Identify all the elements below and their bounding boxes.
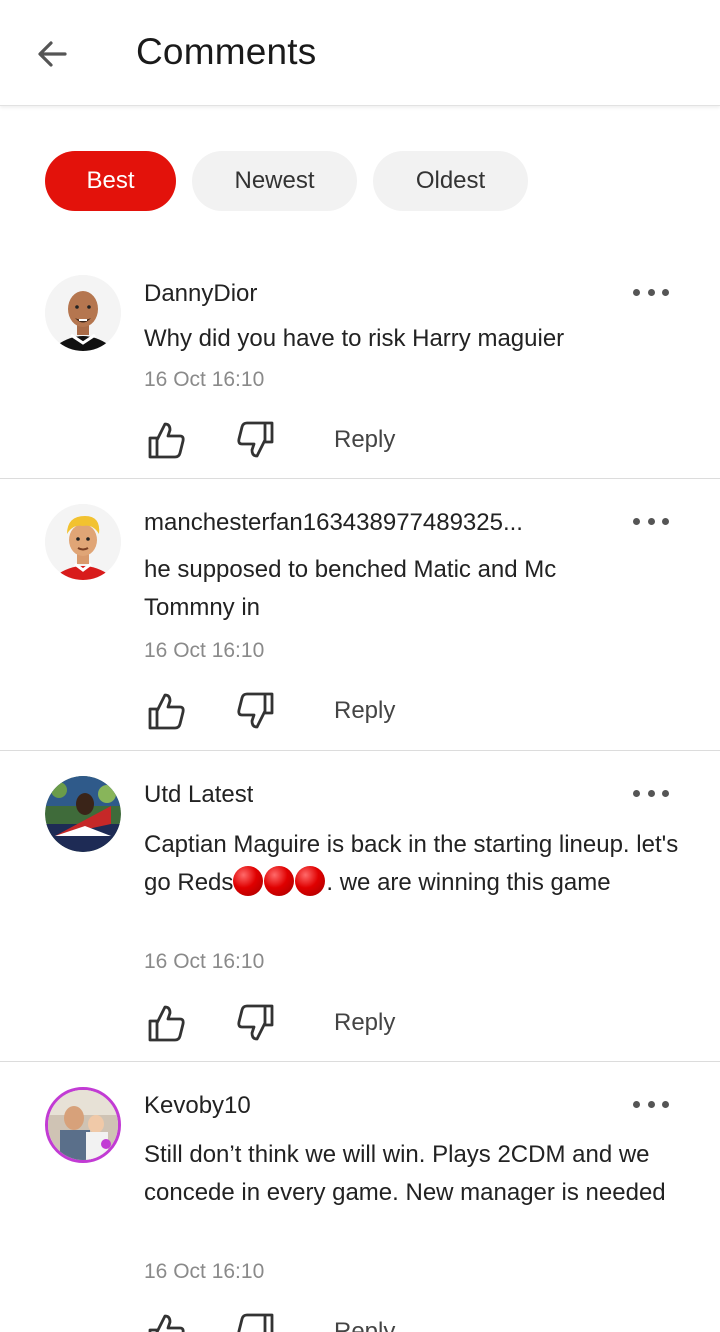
comment-username[interactable]: Kevoby10 [144, 1092, 251, 1120]
back-button[interactable] [30, 32, 74, 76]
photo-avatar-icon [45, 776, 121, 852]
photo-avatar-icon [48, 1090, 118, 1160]
dot-icon [662, 288, 669, 296]
filter-oldest-chip[interactable]: Oldest [373, 151, 528, 211]
comment-actions: Reply [144, 999, 395, 1047]
comment-actions: Reply [144, 1308, 395, 1332]
dot-icon [633, 288, 640, 296]
comment-item: DannyDior Why did you have to risk Harry… [0, 250, 720, 479]
dot-icon [647, 517, 655, 525]
avatar[interactable] [45, 776, 121, 852]
reply-button[interactable]: Reply [334, 1318, 395, 1332]
comment-timestamp: 16 Oct 16:10 [144, 1260, 265, 1283]
reply-button[interactable]: Reply [334, 426, 395, 454]
thumbs-down-icon [237, 421, 274, 458]
thumbs-up-icon [148, 1314, 185, 1332]
dot-icon [647, 789, 655, 797]
thumbs-up-icon [148, 1005, 185, 1042]
reply-button[interactable]: Reply [334, 1009, 395, 1037]
red-circle-emoji [233, 866, 264, 896]
dislike-button[interactable] [234, 1310, 278, 1332]
comment-item: Utd Latest Captian Maguire is back in th… [0, 751, 720, 1062]
more-options-button[interactable] [630, 781, 672, 805]
arrow-left-icon [38, 41, 67, 67]
dot-icon [633, 517, 640, 525]
comment-text: he supposed to benched Matic and Mc Tomm… [144, 556, 557, 621]
comment-username[interactable]: manchesterfan163438977489325... [144, 509, 523, 537]
dot-icon [633, 1100, 640, 1108]
dot-icon [662, 789, 669, 797]
more-options-button[interactable] [630, 1092, 672, 1116]
comment-timestamp: 16 Oct 16:10 [144, 368, 265, 391]
thumbs-down-icon [237, 1004, 274, 1041]
comment-item: Kevoby10 Still don’t think we will win. … [0, 1062, 720, 1332]
dot-icon [633, 789, 640, 797]
red-circle-emoji [264, 866, 295, 896]
dislike-button[interactable] [234, 1001, 278, 1045]
comment-text: Captian Maguire is back in the starting … [144, 826, 684, 902]
thumbs-down-icon [237, 1313, 274, 1332]
avatar[interactable] [45, 1087, 121, 1163]
more-options-button[interactable] [630, 280, 672, 304]
comment-item: manchesterfan163438977489325... he suppo… [0, 479, 720, 751]
sort-filters: Best Newest Oldest [45, 151, 528, 211]
filter-best-chip[interactable]: Best [45, 151, 176, 211]
app-header: Comments [0, 0, 720, 106]
avatar[interactable] [45, 504, 121, 580]
dot-icon [662, 1100, 669, 1108]
comment-timestamp: 16 Oct 16:10 [144, 950, 265, 973]
like-button[interactable] [144, 1001, 188, 1045]
thumbs-down-icon [237, 692, 274, 729]
dislike-button[interactable] [234, 689, 278, 733]
dot-icon [662, 517, 669, 525]
dot-icon [647, 1100, 655, 1108]
comment-actions: Reply [144, 416, 395, 464]
dot-icon [647, 288, 655, 296]
comment-list: DannyDior Why did you have to risk Harry… [0, 250, 720, 1332]
dislike-button[interactable] [234, 418, 278, 462]
like-button[interactable] [144, 418, 188, 462]
thumbs-up-icon [148, 422, 185, 459]
comment-text: Why did you have to risk Harry maguier [144, 325, 565, 352]
red-circle-emoji [295, 866, 326, 896]
like-button[interactable] [144, 689, 188, 733]
comment-text: Still don’t think we will win. Plays 2CD… [144, 1141, 666, 1206]
page-title: Comments [136, 31, 317, 72]
reply-button[interactable]: Reply [334, 697, 395, 725]
cartoon-avatar-icon [45, 504, 121, 580]
comment-username[interactable]: Utd Latest [144, 781, 253, 809]
cartoon-avatar-icon [45, 275, 121, 351]
like-button[interactable] [144, 1310, 188, 1332]
filter-newest-chip[interactable]: Newest [192, 151, 357, 211]
comment-timestamp: 16 Oct 16:10 [144, 639, 265, 662]
comment-username[interactable]: DannyDior [144, 280, 257, 308]
comment-actions: Reply [144, 687, 395, 735]
avatar[interactable] [45, 275, 121, 351]
thumbs-up-icon [148, 693, 185, 730]
comment-text-part: . we are winning this game [326, 869, 611, 896]
more-options-button[interactable] [630, 509, 672, 533]
